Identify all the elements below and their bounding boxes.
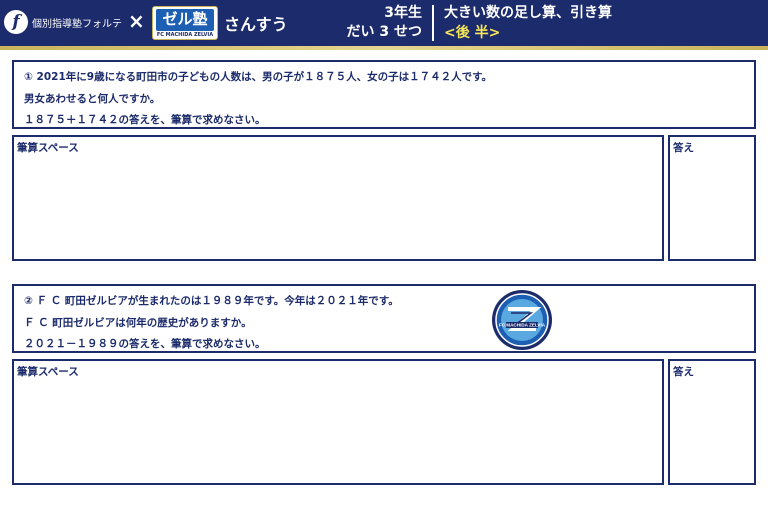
answer-label: 答え — [673, 366, 694, 378]
question-1-line3: １８７５＋１７４２の答えを、筆算で求めなさい。 — [24, 114, 266, 126]
answer-label: 答え — [673, 142, 694, 154]
question-1-answer-box[interactable]: 答え — [668, 135, 756, 261]
question-2-work-space[interactable]: 筆算スペース — [12, 359, 664, 485]
subject-label: さんすう — [224, 15, 288, 34]
question-2-line1: ② Ｆ Ｃ 町田ゼルビアが生まれたのは１９８９年です。今年は２０２１年です。 — [24, 295, 399, 307]
question-1-work-space[interactable]: 筆算スペース — [12, 135, 664, 261]
zeru-juku-logo: ゼル塾 FC MACHIDA ZELVIA — [152, 6, 218, 40]
grade-info: 3年生 だい 3 せつ — [326, 4, 423, 42]
header-gold-strip — [0, 46, 768, 50]
logo-main-text: ゼル塾 — [156, 9, 214, 31]
grade-line2: だい 3 せつ — [346, 24, 423, 40]
header-bar: f 個別指導塾フォルテ × ゼル塾 FC MACHIDA ZELVIA さんすう… — [0, 0, 768, 46]
zelvia-emblem-icon: FC MACHIDA ZELVIA — [492, 290, 552, 350]
unit-subtitle: <後 半> — [444, 25, 501, 41]
work-space-label: 筆算スペース — [17, 366, 79, 378]
emblem-text: FC MACHIDA ZELVIA — [499, 323, 546, 328]
partner-name: 個別指導塾フォルテ — [32, 19, 122, 30]
cross-mark: × — [128, 9, 145, 33]
work-space-label: 筆算スペース — [17, 142, 79, 154]
forte-logo-icon: f — [4, 10, 28, 34]
question-2-line2: Ｆ Ｃ 町田ゼルビアは何年の歴史がありますか。 — [24, 317, 252, 329]
question-1-box: ① 2021年に9歳になる町田市の子どもの人数は、男の子が１８７５人、女の子は１… — [12, 60, 756, 129]
question-2-answer-box[interactable]: 答え — [668, 359, 756, 485]
question-1-line2: 男女あわせると何人ですか。 — [24, 93, 161, 105]
question-2-line3: ２０２１－１９８９の答えを、筆算で求めなさい。 — [24, 338, 266, 350]
question-1-line1: ① 2021年に9歳になる町田市の子どもの人数は、男の子が１８７５人、女の子は１… — [24, 71, 493, 83]
unit-title: 大きい数の足し算、引き算 — [444, 5, 612, 21]
grade-line1: 3年生 — [384, 5, 422, 21]
question-2-box: ② Ｆ Ｃ 町田ゼルビアが生まれたのは１９８９年です。今年は２０２１年です。 Ｆ… — [12, 284, 756, 353]
header-divider — [432, 5, 434, 41]
logo-sub-text: FC MACHIDA ZELVIA — [156, 32, 214, 38]
